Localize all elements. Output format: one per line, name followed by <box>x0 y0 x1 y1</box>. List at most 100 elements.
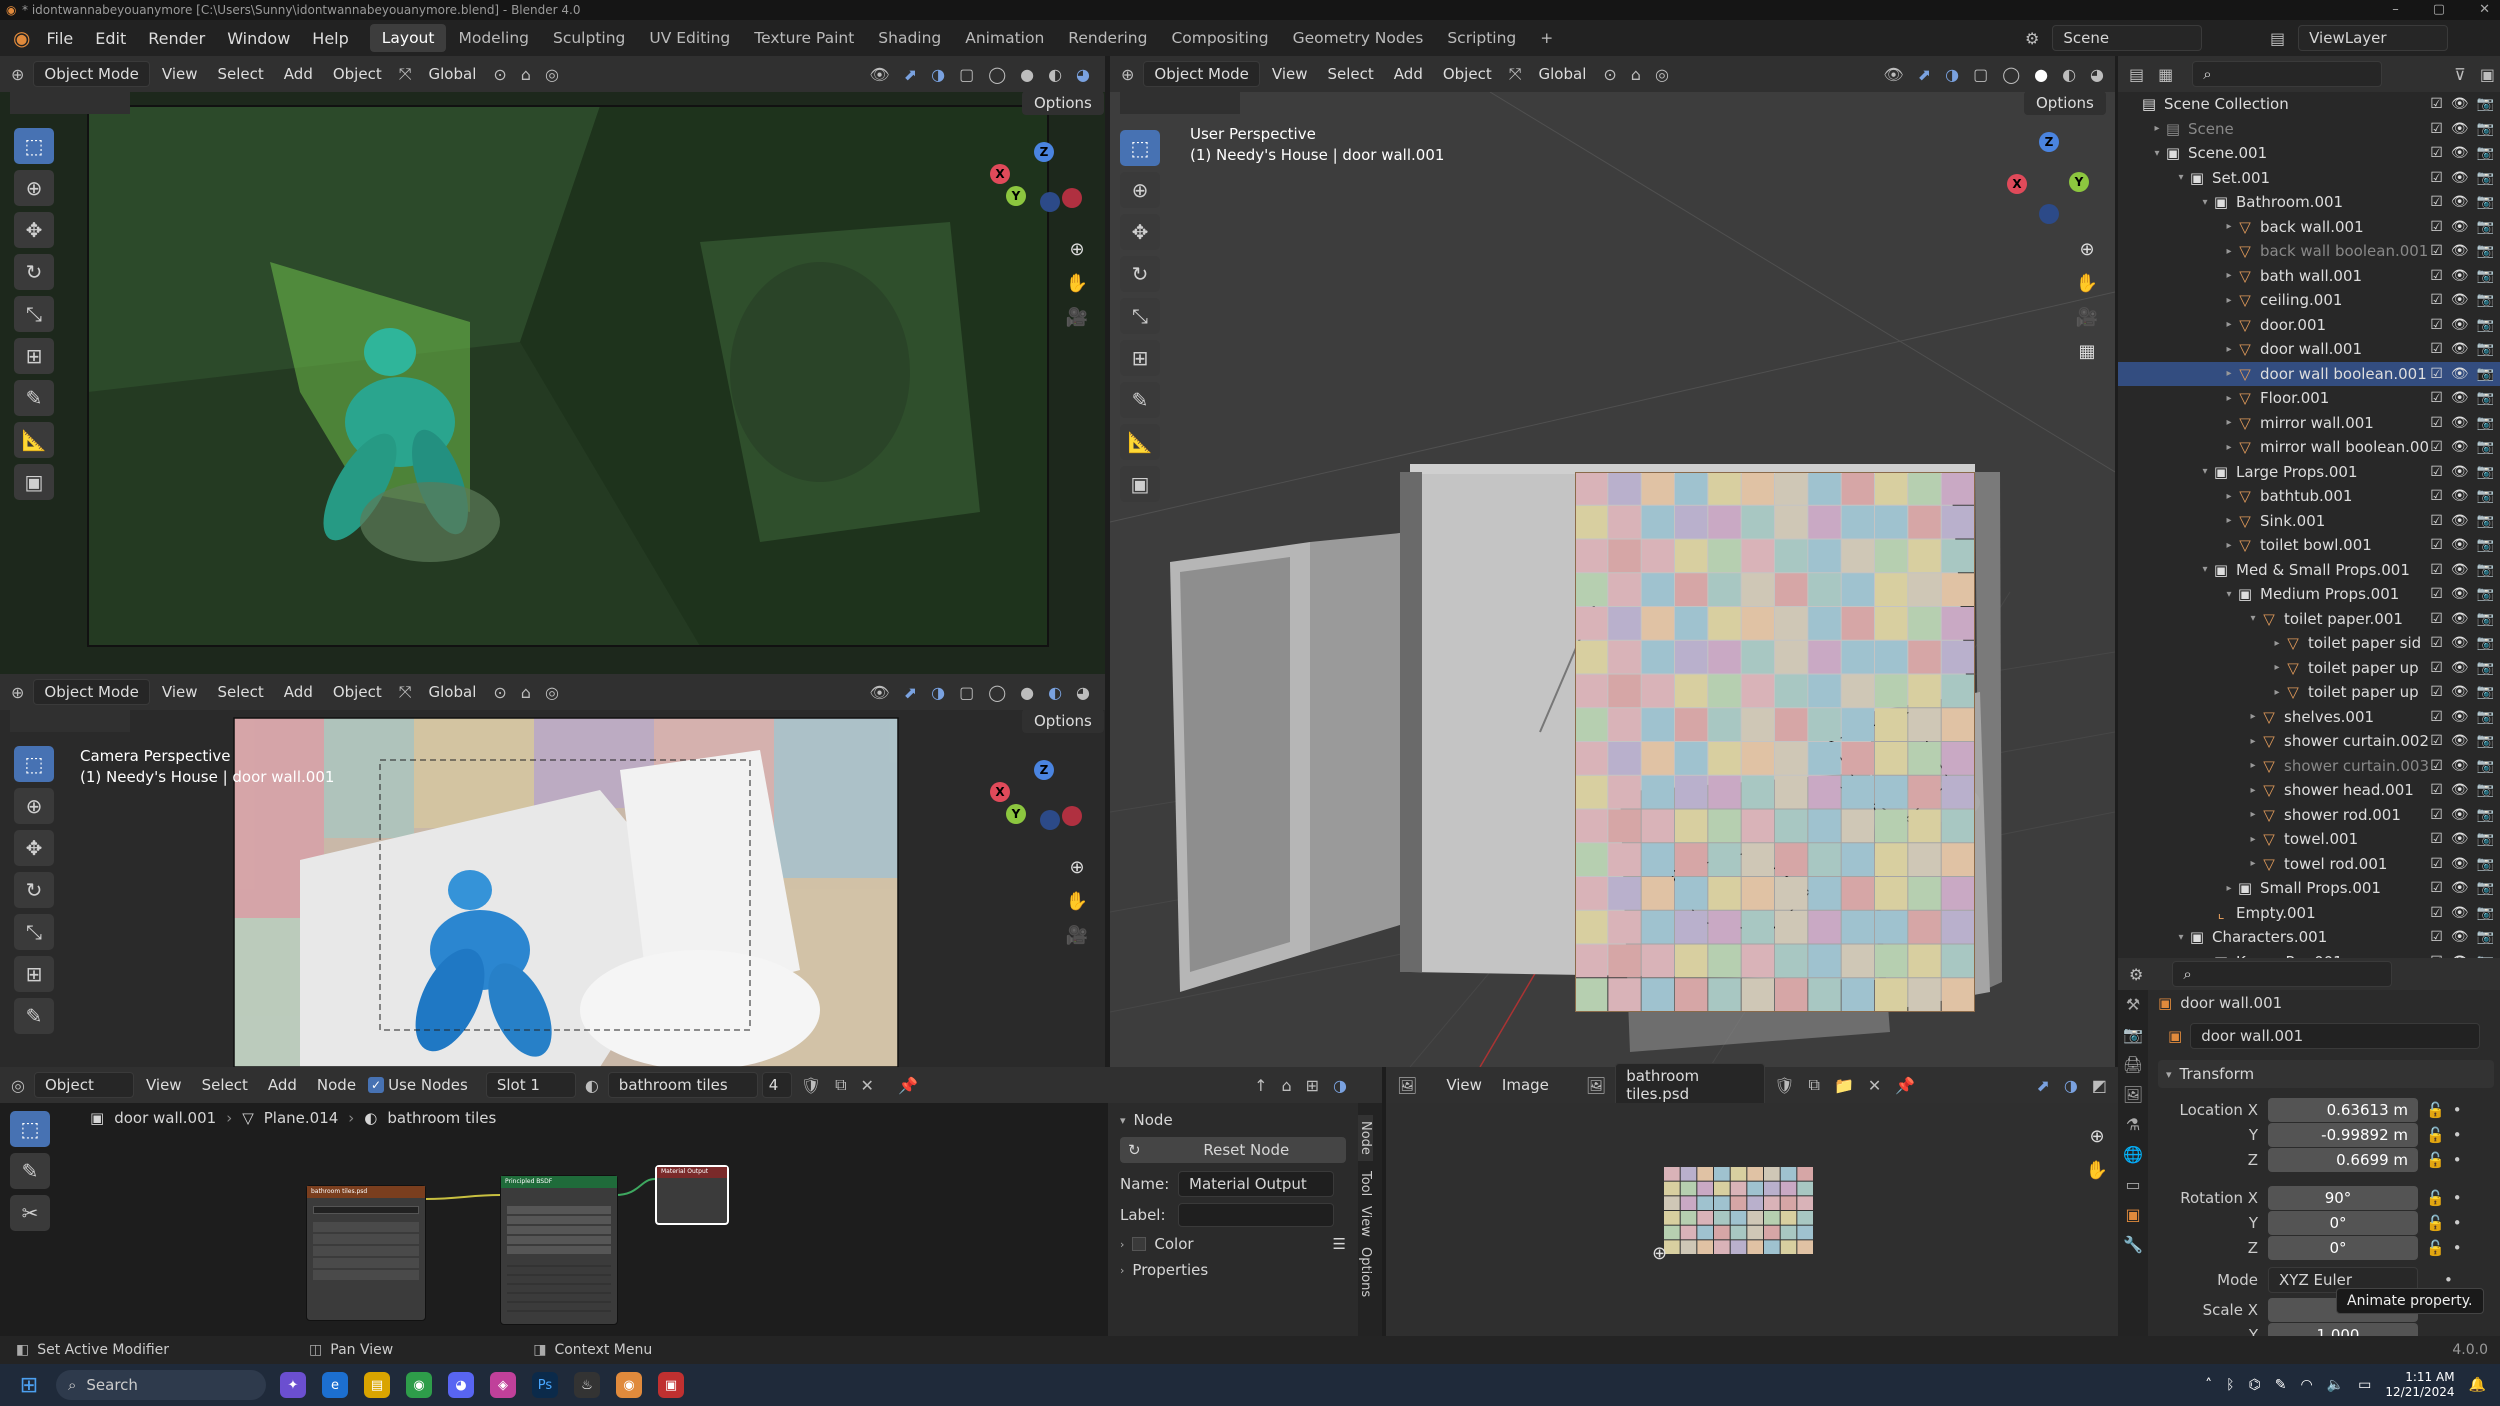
eye-icon[interactable]: 👁 <box>2451 586 2469 602</box>
menu-edit[interactable]: Edit <box>84 29 137 48</box>
transform-tool[interactable]: ⊞ <box>14 956 54 992</box>
tab-shading[interactable]: Shading <box>866 24 953 52</box>
overlay-toggle-icon[interactable]: ◑ <box>1940 65 1964 84</box>
unlink-material-icon[interactable]: ✕ <box>856 1076 879 1095</box>
chrome-icon[interactable]: ◉ <box>406 1372 432 1398</box>
options-button[interactable]: Options <box>2024 92 2106 115</box>
clock[interactable]: 1:11 AM 12/21/2024 <box>2385 1370 2454 1400</box>
image-browse-icon[interactable]: 🖼 <box>1581 1076 1611 1095</box>
options-button[interactable]: Options <box>1022 92 1104 115</box>
visibility-icon[interactable]: 👁 <box>864 683 894 702</box>
mode-dropdown[interactable]: Object Mode <box>33 61 150 87</box>
options-tl[interactable]: Options <box>1022 92 1104 115</box>
exclude-checkbox-icon[interactable]: ☑ <box>2430 96 2443 112</box>
axis-x[interactable]: X <box>2007 174 2027 194</box>
eye-icon[interactable]: 👁 <box>2451 292 2469 308</box>
zoom-icon[interactable]: ⊕ <box>2070 232 2104 266</box>
location-y-field[interactable]: -0.99892 m <box>2268 1123 2418 1147</box>
maximize-button[interactable]: ▢ <box>2433 0 2445 20</box>
node-editor-canvas[interactable]: ⬚ ✎ ✂ ▣ door wall.001 › ▽ Plane.014 › ◐ bat… <box>0 1103 1382 1336</box>
expand-toggle-icon[interactable]: ▸ <box>2222 319 2236 330</box>
sidebar-tab-node[interactable]: Node <box>1358 1115 1373 1161</box>
camera-render-icon[interactable]: 📷 <box>2477 341 2494 357</box>
annotate-tool[interactable]: ✎ <box>10 1153 50 1189</box>
eye-icon[interactable]: 👁 <box>2451 880 2469 896</box>
zoom-icon[interactable]: ⊕ <box>1060 850 1094 884</box>
shading-rendered-icon[interactable]: ◕ <box>2085 65 2109 84</box>
eye-icon[interactable]: 👁 <box>2451 611 2469 627</box>
pin-icon[interactable]: 📌 <box>1890 1076 1920 1095</box>
blender-menu-icon[interactable]: ◉ <box>8 26 35 50</box>
outliner-row[interactable]: ▸ ▽ door wall boolean.001 ☑ 👁 📷 <box>2118 361 2500 386</box>
expand-toggle-icon[interactable]: ▸ <box>2246 736 2260 747</box>
exclude-checkbox-icon[interactable]: ☑ <box>2430 219 2443 235</box>
chevron-up-icon[interactable]: ˄ <box>2205 1377 2212 1393</box>
eye-icon[interactable]: 👁 <box>2451 317 2469 333</box>
modifier-tab-icon[interactable]: 🔧 <box>2118 1230 2148 1260</box>
gizmo-toggle-icon[interactable]: ⬈ <box>899 65 922 84</box>
node-label-field[interactable] <box>1178 1203 1334 1227</box>
expand-toggle-icon[interactable]: ▸ <box>2246 834 2260 845</box>
rotation-x-field[interactable]: 90° <box>2268 1186 2418 1210</box>
exclude-checkbox-icon[interactable]: ☑ <box>2430 145 2443 161</box>
eye-icon[interactable]: 👁 <box>2451 905 2469 921</box>
bsdf-node-panels[interactable] <box>507 1258 611 1318</box>
view-layer-tab-icon[interactable]: 🖼 <box>2118 1080 2148 1110</box>
snap-mode-icon[interactable]: ⊞ <box>1301 1076 1324 1095</box>
list-icon[interactable]: ☰ <box>1333 1235 1346 1253</box>
reset-node-button[interactable]: ↻ Reset Node <box>1120 1137 1346 1163</box>
pen-icon[interactable]: ✎ <box>2275 1377 2287 1393</box>
unlink-image-icon[interactable]: ✕ <box>1863 1076 1886 1095</box>
properties-editor-icon[interactable]: ⚙ <box>2124 965 2148 984</box>
exclude-checkbox-icon[interactable]: ☑ <box>2430 635 2443 651</box>
exclude-checkbox-icon[interactable]: ☑ <box>2430 709 2443 725</box>
transform-panel-header[interactable]: ▾ Transform <box>2158 1060 2494 1088</box>
outliner-row[interactable]: ▸ ▽ toilet paper up ☑ 👁 📷 <box>2118 680 2500 705</box>
keyframe-dot[interactable]: • <box>2453 1101 2462 1119</box>
options-bl[interactable]: Options <box>1022 710 1104 733</box>
expand-toggle-icon[interactable]: ▸ <box>2270 638 2284 649</box>
gizmo-toggle-icon[interactable]: ⬈ <box>899 683 922 702</box>
expand-toggle-icon[interactable]: ▾ <box>2246 613 2260 624</box>
object-name-field[interactable]: door wall.001 <box>2190 1023 2481 1049</box>
expand-toggle-icon[interactable]: ▸ <box>2246 760 2260 771</box>
add-menu[interactable]: Add <box>260 1073 305 1097</box>
scene-tab-icon[interactable]: ⚗ <box>2118 1110 2148 1140</box>
eye-icon[interactable]: 👁 <box>2451 513 2469 529</box>
expand-toggle-icon[interactable]: ▸ <box>2222 368 2236 379</box>
exclude-checkbox-icon[interactable]: ☑ <box>2430 782 2443 798</box>
camera-render-icon[interactable]: 📷 <box>2477 586 2494 602</box>
eye-icon[interactable]: 👁 <box>2451 929 2469 945</box>
eye-icon[interactable]: 👁 <box>2451 709 2469 725</box>
navigation-gizmo-tl[interactable]: X Z Y <box>990 142 1082 222</box>
visibility-icon[interactable]: 👁 <box>1878 65 1908 84</box>
select-menu[interactable]: Select <box>1320 62 1382 86</box>
menu-file[interactable]: File <box>35 29 84 48</box>
properties-panel-header[interactable]: › Properties <box>1120 1261 1346 1279</box>
exclude-checkbox-icon[interactable]: ☑ <box>2430 170 2443 186</box>
shading-wire-icon[interactable]: ◯ <box>983 683 1011 702</box>
camera-render-icon[interactable]: 📷 <box>2477 807 2494 823</box>
shading-material-icon[interactable]: ◐ <box>2057 65 2081 84</box>
close-button[interactable]: ✕ <box>2479 0 2490 20</box>
outliner-row[interactable]: ▸ ▣ Small Props.001 ☑ 👁 📷 <box>2118 876 2500 901</box>
exclude-checkbox-icon[interactable]: ☑ <box>2430 243 2443 259</box>
add-cube-tool[interactable]: ▣ <box>14 464 54 500</box>
duplicate-material-icon[interactable]: ⧉ <box>830 1075 851 1095</box>
eye-icon[interactable]: 👁 <box>2451 194 2469 210</box>
display-channels-icon[interactable]: ◩ <box>2087 1076 2112 1095</box>
proportional-icon[interactable]: ◎ <box>540 65 564 84</box>
editor-type-icon[interactable]: ⊕ <box>1116 65 1139 84</box>
exclude-checkbox-icon[interactable]: ☑ <box>2430 317 2443 333</box>
copilot-icon[interactable]: ✦ <box>280 1372 306 1398</box>
camera-render-icon[interactable]: 📷 <box>2477 292 2494 308</box>
object-tab-icon[interactable]: ▣ <box>2118 1200 2148 1230</box>
cursor-tool[interactable]: ⊕ <box>14 170 54 206</box>
object-type-dropdown[interactable]: Object <box>33 1072 134 1098</box>
editor-type-icon[interactable]: ⊕ <box>6 683 29 702</box>
exclude-checkbox-icon[interactable]: ☑ <box>2430 856 2443 872</box>
view-menu[interactable]: View <box>138 1073 190 1097</box>
add-menu[interactable]: Add <box>276 62 321 86</box>
camera-render-icon[interactable]: 📷 <box>2477 684 2494 700</box>
expand-toggle-icon[interactable]: ▸ <box>2246 809 2260 820</box>
